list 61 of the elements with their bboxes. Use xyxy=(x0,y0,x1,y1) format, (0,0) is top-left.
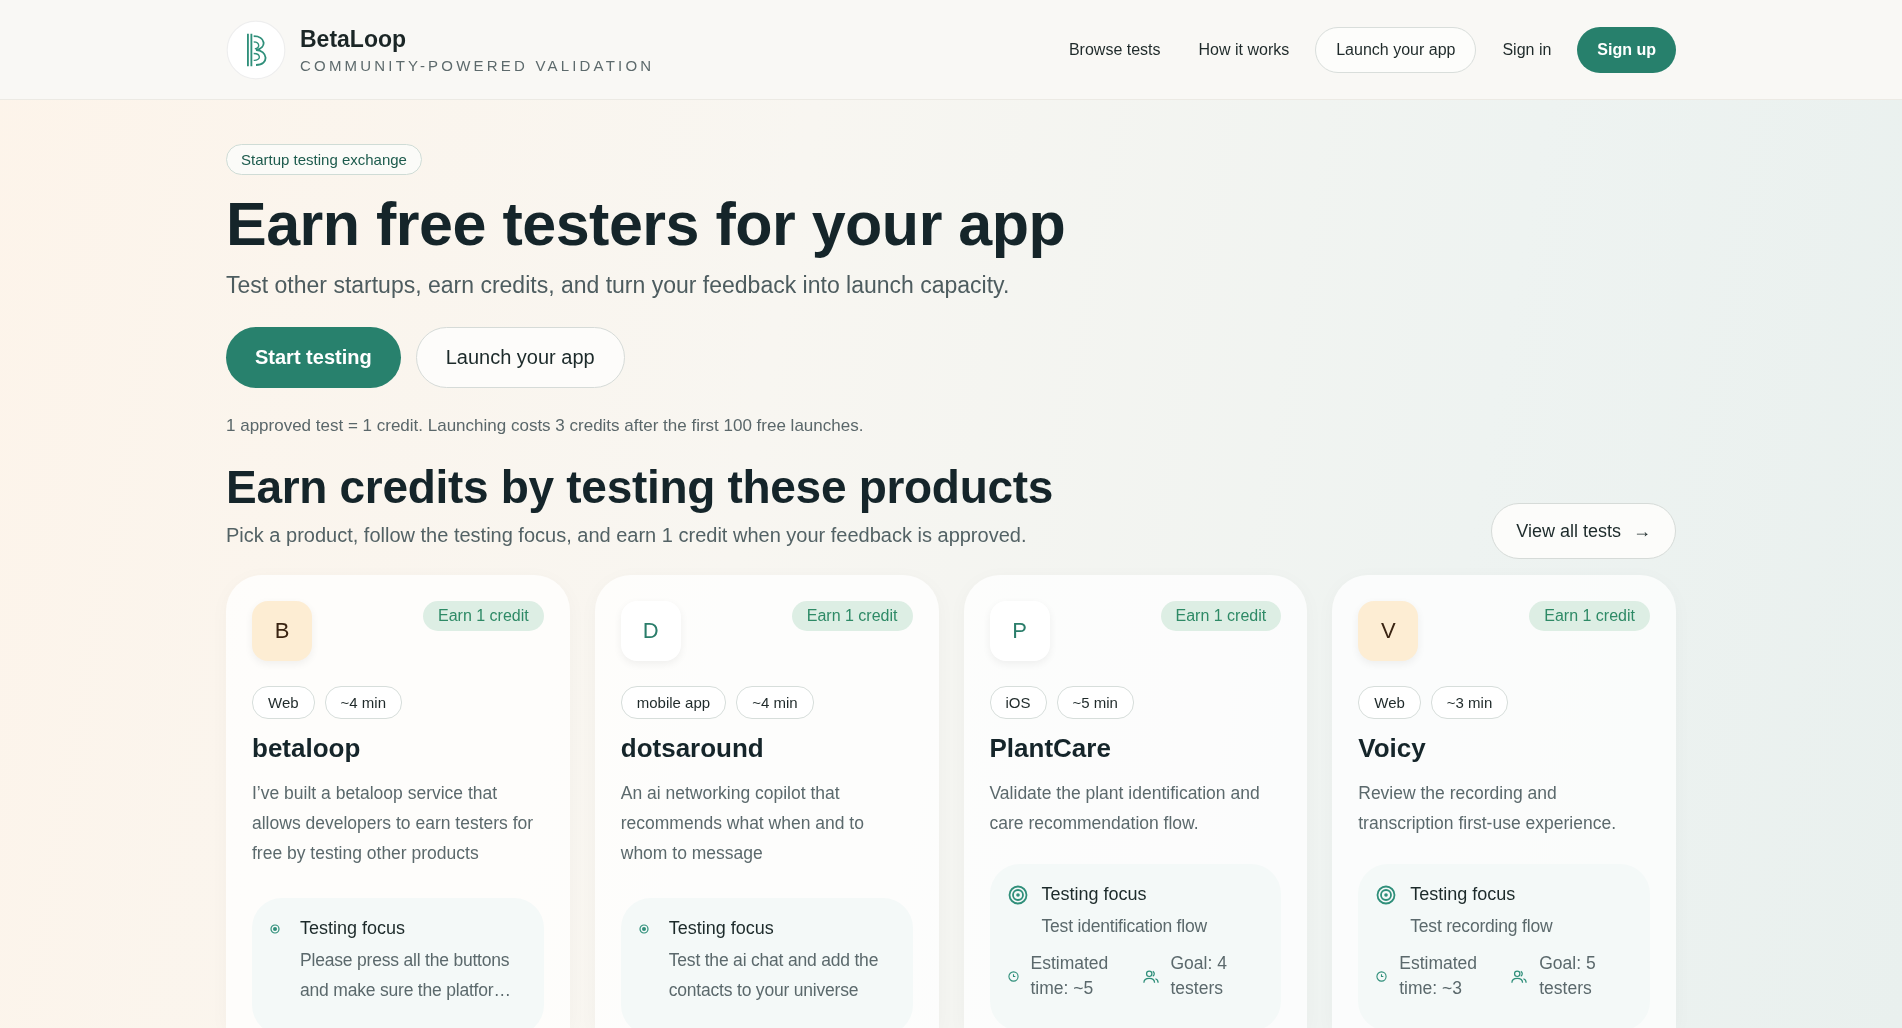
product-name: Voicy xyxy=(1358,733,1427,765)
tag: iOS xyxy=(989,686,1047,720)
estimated-time: Estimated time: ~5 xyxy=(1030,952,1110,1001)
target-icon xyxy=(1007,884,1028,905)
product-description: Review the recording and transcription first-use experience. xyxy=(1358,782,1617,836)
reward-badge: Earn 1 credit xyxy=(1160,601,1282,632)
focus-title: Testing focus xyxy=(668,918,774,940)
tester-goal: Goal: 4 testers xyxy=(1170,952,1228,1001)
product-avatar: V xyxy=(1358,601,1419,662)
nav-link[interactable]: How it works xyxy=(1186,40,1302,59)
clock-icon xyxy=(1007,970,1019,982)
product-name: betaloop xyxy=(252,733,362,765)
nav-link[interactable]: Browse tests xyxy=(1056,40,1173,59)
product-description: An ai networking copilot that recommends what when and to whom to message xyxy=(620,782,865,866)
brand-name: BetaLoop xyxy=(300,25,408,53)
section-title: Earn credits by testing these products xyxy=(226,460,1054,515)
hero-badge: Startup testing exchange xyxy=(226,144,422,175)
reward-badge: Earn 1 credit xyxy=(423,601,544,632)
product-avatar: D xyxy=(620,601,681,662)
focus-text: Test the ai chat and add the contacts to your universe xyxy=(668,949,880,1003)
view-all-button[interactable]: View all tests → xyxy=(1491,503,1676,560)
product-name: PlantCare xyxy=(989,733,1112,765)
product-name: dotsaround xyxy=(620,733,765,765)
section-subtitle: Pick a product, follow the testing focus, and earn 1 credit when your feedback is approved. xyxy=(226,524,1028,548)
tag: ~4 min xyxy=(324,686,403,720)
hero-title: Earn free testers for your app xyxy=(226,191,1066,259)
tag: mobile app xyxy=(620,686,727,720)
hero-subtitle: Test other startups, earn credits, and turn your feedback into launch capacity. xyxy=(226,272,1010,300)
logo-icon xyxy=(226,19,286,80)
tag: Web xyxy=(1358,686,1421,720)
target-icon xyxy=(1376,884,1397,905)
nav-link[interactable]: Sign in xyxy=(1490,40,1564,59)
people-icon xyxy=(1511,968,1528,984)
focus-title: Testing focus xyxy=(300,918,406,940)
focus-text: Test recording flow xyxy=(1410,915,1554,939)
product-avatar: P xyxy=(989,601,1050,662)
focus-title: Testing focus xyxy=(1041,884,1147,906)
dot-icon xyxy=(270,923,280,934)
product-description: I’ve built a betaloop service that allows developers to earn testers for free by testing other products xyxy=(252,782,535,866)
focus-title: Testing focus xyxy=(1410,884,1516,906)
credit-note: 1 approved test = 1 credit. Launching costs 3 credits after the first 100 free launches. xyxy=(226,416,864,437)
tag: ~5 min xyxy=(1056,686,1134,720)
launch-app-button[interactable]: Launch your app xyxy=(415,327,625,389)
focus-text: Test identification flow xyxy=(1041,915,1208,939)
product-description: Validate the plant identification and care recommendation flow. xyxy=(989,782,1261,836)
reward-badge: Earn 1 credit xyxy=(1529,601,1650,632)
sign-up-button[interactable]: Sign up xyxy=(1577,26,1676,73)
dot-icon xyxy=(638,923,649,934)
focus-text: Please press all the buttons and make sure the platfor… xyxy=(300,949,512,1003)
reward-badge: Earn 1 credit xyxy=(791,601,913,632)
product-avatar: B xyxy=(252,601,312,662)
brand-tagline: COMMUNITY-POWERED VALIDATION xyxy=(300,56,655,74)
tag: Web xyxy=(252,686,315,720)
tag: ~3 min xyxy=(1430,686,1509,720)
estimated-time: Estimated time: ~3 xyxy=(1399,952,1479,1001)
launch-app-button[interactable]: Launch your app xyxy=(1315,26,1477,73)
tag: ~4 min xyxy=(736,686,814,720)
people-icon xyxy=(1142,968,1159,984)
start-testing-button[interactable]: Start testing xyxy=(226,327,401,389)
tester-goal: Goal: 5 testers xyxy=(1539,952,1597,1001)
clock-icon xyxy=(1376,970,1388,982)
